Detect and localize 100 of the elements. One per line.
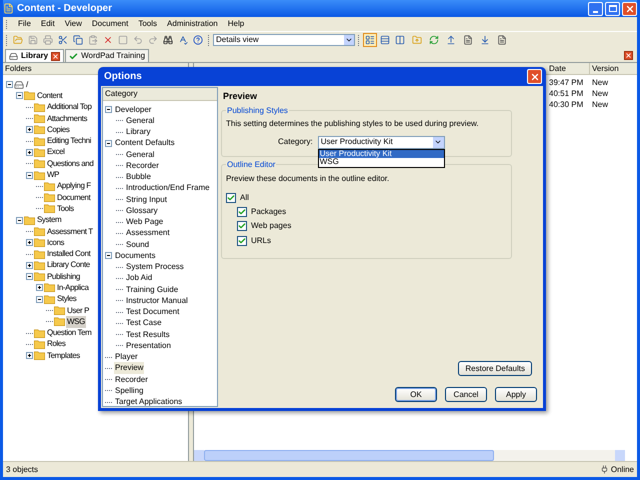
tree-item[interactable]: Applying F bbox=[56, 180, 92, 192]
dialog-button[interactable]: Cancel bbox=[445, 387, 487, 402]
category-item[interactable]: Player bbox=[114, 351, 139, 364]
view-mode-button[interactable] bbox=[363, 33, 377, 47]
collapse-icon[interactable] bbox=[105, 106, 112, 114]
menu-item[interactable]: Edit bbox=[40, 18, 55, 30]
checkbox[interactable] bbox=[237, 206, 247, 217]
collapse-icon[interactable] bbox=[26, 273, 33, 280]
tree-item[interactable]: Document bbox=[56, 192, 92, 204]
tree-item[interactable]: Additional Top bbox=[46, 101, 93, 114]
tree-item[interactable]: Copies bbox=[46, 124, 71, 136]
category-item[interactable]: General bbox=[125, 114, 156, 127]
collapse-icon[interactable] bbox=[36, 296, 43, 303]
tree-item[interactable]: Content bbox=[36, 90, 64, 102]
expand-icon[interactable] bbox=[26, 262, 33, 269]
view-mode-button[interactable] bbox=[393, 33, 407, 47]
tree-item[interactable]: Tools bbox=[56, 202, 75, 215]
tree-item[interactable]: Publishing bbox=[46, 270, 81, 283]
tree-item[interactable]: Attachments bbox=[46, 112, 88, 125]
tree-item[interactable]: Styles bbox=[56, 293, 78, 306]
category-item[interactable]: Glossary bbox=[125, 204, 159, 217]
tree-item[interactable]: Templates bbox=[46, 350, 81, 362]
category-item[interactable]: General bbox=[125, 148, 156, 161]
tree-item[interactable]: Question Tem bbox=[46, 327, 92, 340]
menu-item[interactable]: Help bbox=[228, 18, 244, 30]
menu-item[interactable]: Administration bbox=[167, 18, 218, 30]
category-item[interactable]: Test Document bbox=[125, 306, 180, 318]
close-button[interactable] bbox=[622, 2, 637, 16]
category-item[interactable]: Introduction/End Frame bbox=[125, 182, 211, 194]
category-item[interactable]: Content Defaults bbox=[114, 137, 176, 150]
category-item[interactable]: Web Page bbox=[125, 216, 164, 228]
close-tab-icon[interactable] bbox=[624, 51, 633, 60]
category-item[interactable]: Developer bbox=[114, 104, 152, 116]
collapse-icon[interactable] bbox=[16, 216, 23, 224]
dropdown-option[interactable]: User Productivity Kit bbox=[318, 150, 444, 158]
view-mode-button[interactable] bbox=[378, 33, 392, 47]
category-item[interactable]: String Input bbox=[125, 194, 168, 206]
tree-item[interactable]: / bbox=[25, 78, 29, 91]
tree-item[interactable]: User P bbox=[66, 304, 90, 317]
checkbox[interactable] bbox=[237, 236, 247, 246]
checkbox[interactable] bbox=[237, 221, 247, 232]
expand-icon[interactable] bbox=[26, 148, 33, 156]
category-item[interactable]: Presentation bbox=[125, 340, 172, 352]
category-item[interactable]: Documents bbox=[114, 250, 156, 262]
category-item[interactable]: Instructor Manual bbox=[125, 294, 189, 307]
category-item[interactable]: Training Guide bbox=[125, 284, 180, 296]
menu-item[interactable]: View bbox=[64, 18, 82, 30]
expand-icon[interactable] bbox=[36, 284, 43, 292]
expand-icon[interactable] bbox=[26, 352, 33, 360]
collapse-icon[interactable] bbox=[6, 81, 13, 88]
dropdown-option[interactable]: WSG bbox=[318, 158, 444, 166]
category-item[interactable]: Library bbox=[125, 126, 152, 138]
horizontal-scrollbar[interactable] bbox=[194, 450, 625, 461]
close-button[interactable] bbox=[527, 69, 542, 84]
tree-item[interactable]: Library Conte bbox=[46, 259, 91, 272]
tree-item[interactable]: Icons bbox=[46, 236, 66, 249]
menu-item[interactable]: Tools bbox=[138, 18, 158, 30]
restore-defaults-button[interactable]: Restore Defaults bbox=[458, 361, 532, 376]
category-item[interactable]: Test Results bbox=[125, 328, 171, 341]
expand-icon[interactable] bbox=[26, 126, 33, 134]
maximize-button[interactable] bbox=[605, 2, 620, 16]
category-item[interactable]: Preview bbox=[114, 362, 144, 374]
category-item[interactable]: Sound bbox=[125, 238, 150, 251]
expand-icon[interactable] bbox=[26, 239, 33, 246]
tab-close-icon[interactable] bbox=[51, 52, 60, 60]
tree-item[interactable]: WSG bbox=[66, 316, 86, 328]
refresh-button[interactable] bbox=[427, 33, 441, 47]
category-item[interactable]: Spelling bbox=[114, 384, 144, 397]
tree-item[interactable]: Assessment T bbox=[46, 226, 94, 238]
collapse-icon[interactable] bbox=[105, 140, 112, 147]
menu-item[interactable]: Document bbox=[92, 18, 128, 30]
help-button[interactable] bbox=[191, 33, 205, 47]
category-item[interactable]: System Process bbox=[125, 261, 185, 274]
copy-button[interactable] bbox=[71, 33, 85, 47]
dialog-button[interactable]: OK bbox=[395, 387, 437, 402]
minimize-button[interactable] bbox=[588, 2, 603, 16]
menu-item[interactable]: File bbox=[18, 18, 31, 30]
category-item[interactable]: Recorder bbox=[125, 160, 160, 172]
collapse-icon[interactable] bbox=[16, 92, 23, 100]
dialog-button[interactable]: Apply bbox=[495, 387, 537, 402]
tree-item[interactable]: Excel bbox=[46, 146, 66, 158]
category-item[interactable]: Job Aid bbox=[125, 272, 154, 284]
category-item[interactable]: Recorder bbox=[114, 374, 149, 386]
category-item[interactable]: Assessment bbox=[125, 227, 171, 240]
tree-item[interactable]: Installed Cont bbox=[46, 248, 92, 260]
checkbox[interactable] bbox=[226, 192, 236, 203]
collapse-icon[interactable] bbox=[26, 172, 33, 179]
view-select[interactable]: Details view bbox=[213, 34, 355, 46]
document-tab[interactable]: WordPad Training bbox=[65, 49, 150, 62]
document-tab[interactable]: Library bbox=[5, 49, 64, 62]
category-item[interactable]: Bubble bbox=[125, 171, 152, 184]
binoculars-button[interactable] bbox=[161, 33, 175, 47]
tree-item[interactable]: Questions and bbox=[46, 158, 94, 170]
collapse-icon[interactable] bbox=[105, 252, 112, 260]
category-item[interactable]: Test Case bbox=[125, 317, 163, 330]
category-item[interactable]: Target Applications bbox=[114, 396, 184, 408]
tree-item[interactable]: Roles bbox=[46, 338, 66, 350]
tree-item[interactable]: WP bbox=[46, 169, 60, 182]
tree-item[interactable]: Editing Techni bbox=[46, 135, 92, 148]
tree-item[interactable]: In-Applica bbox=[56, 282, 90, 294]
